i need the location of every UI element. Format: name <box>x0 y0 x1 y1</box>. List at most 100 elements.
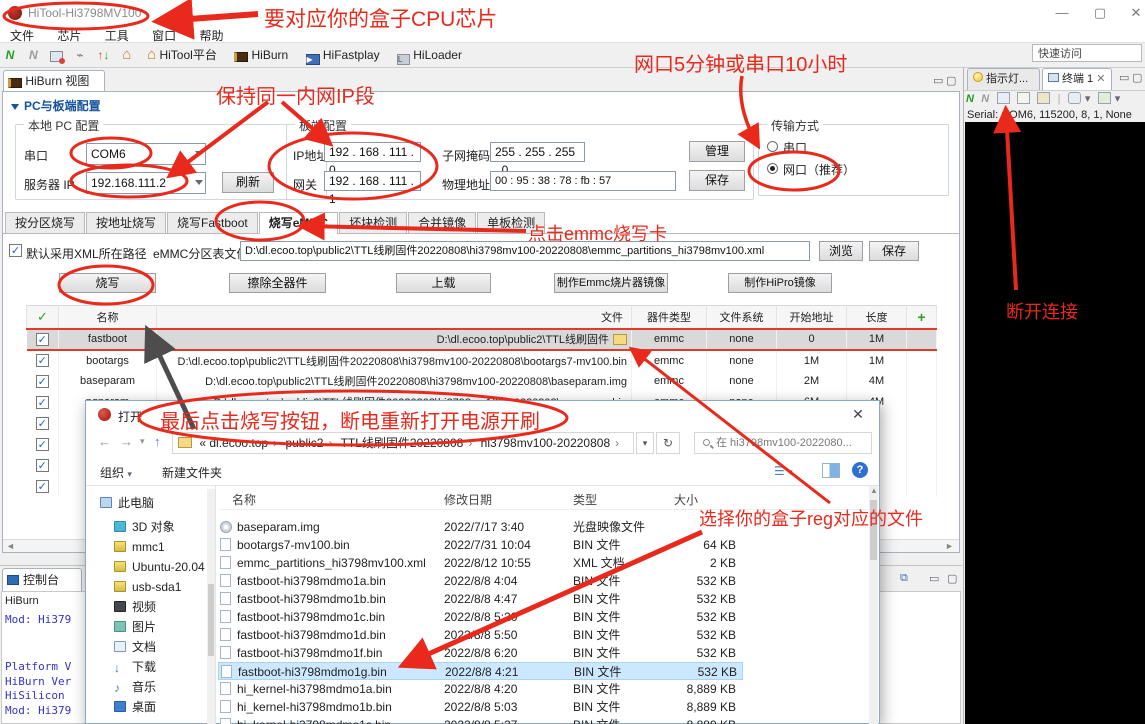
tab-merge-image[interactable]: 合并镜像 <box>408 212 476 234</box>
file-list-scrollbar[interactable]: ▲ <box>869 486 878 724</box>
make-hipro-image-button[interactable]: 制作HiPro镜像 <box>728 273 832 293</box>
sidebar-item-3d-objects[interactable]: 3D 对象 <box>114 517 175 537</box>
sidebar-item-pictures[interactable]: 图片 <box>114 617 156 637</box>
mac-input[interactable]: 00 : 95 : 38 : 78 : fb : 57 <box>490 171 676 191</box>
tab-indicator-light[interactable]: 指示灯... <box>967 68 1040 90</box>
sidebar-item-documents[interactable]: 文档 <box>114 637 156 657</box>
search-input[interactable]: 在 hi3798mv100-2022080... <box>694 432 872 454</box>
new-terminal-icon[interactable] <box>1098 92 1111 104</box>
partition-table-path-input[interactable]: D:\dl.ecoo.top\public2\TTL线刷固件20220808\h… <box>240 241 810 261</box>
scroll-lock-icon[interactable] <box>1037 92 1050 104</box>
file-row[interactable]: fastboot-hi3798mdmo1b.bin2022/8/8 4:47BI… <box>218 590 743 608</box>
col-file[interactable]: 文件 <box>157 306 632 329</box>
console-minimize-icon[interactable]: ▭ <box>929 572 939 585</box>
preview-pane-icon[interactable] <box>822 463 840 478</box>
open-console-icon[interactable]: ⧉ <box>900 572 908 585</box>
network-radio[interactable] <box>767 163 778 174</box>
refresh-button[interactable]: 刷新 <box>222 172 274 193</box>
file-row[interactable]: baseparam.img2022/7/17 3:40光盘映像文件 <box>218 518 743 536</box>
dialog-close-icon[interactable]: ✕ <box>845 404 871 424</box>
col-start-address[interactable]: 开始地址 <box>777 306 847 329</box>
row-checkbox[interactable]: ✓ <box>36 459 49 472</box>
check-all-icon[interactable]: ✓ <box>37 309 48 324</box>
scroll-up-icon[interactable]: ▲ <box>870 486 878 495</box>
scroll-right-icon[interactable]: ► <box>945 541 954 551</box>
tab-burn-partition[interactable]: 按分区烧写 <box>5 212 85 234</box>
file-col-type[interactable]: 类型 <box>573 491 597 508</box>
serial-port-select[interactable]: COM6 <box>86 143 206 165</box>
file-row[interactable]: fastboot-hi3798mdmo1f.bin2022/8/8 6:20BI… <box>218 644 743 662</box>
forward-icon[interactable]: → <box>120 434 133 449</box>
connect-icon[interactable]: N <box>966 92 974 107</box>
save-xml-button[interactable]: 保存 <box>869 241 919 261</box>
home-icon[interactable]: ⌂ <box>118 46 136 64</box>
manage-button[interactable]: 管理 <box>689 141 745 162</box>
col-name[interactable]: 名称 <box>59 306 157 329</box>
sidebar-item-usb-sda1[interactable]: usb-sda1 <box>114 577 181 597</box>
tab-bad-block[interactable]: 坏块检测 <box>339 212 407 234</box>
use-xml-path-label[interactable]: 默认采用XML所在路径 <box>26 245 147 262</box>
file-row[interactable]: fastboot-hi3798mdmo1a.bin2022/8/8 4:04BI… <box>218 572 743 590</box>
file-browse-icon[interactable] <box>613 334 627 345</box>
quick-access-input[interactable] <box>1032 44 1142 62</box>
file-row[interactable]: fastboot-hi3798mdmo1d.bin2022/8/8 5:50BI… <box>218 626 743 644</box>
sidebar-item-this-pc[interactable]: 此电脑 <box>100 493 154 513</box>
file-row-selected[interactable]: fastboot-hi3798mdmo1g.bin2022/8/8 4:21BI… <box>218 662 743 680</box>
organize-button[interactable]: 组织 ▾ <box>100 464 132 481</box>
back-icon[interactable]: ← <box>98 434 111 449</box>
transfer-icon[interactable]: ↑↓ <box>94 46 112 64</box>
use-xml-path-checkbox[interactable]: ✓ <box>9 244 22 257</box>
panel-maximize-icon[interactable]: ▢ <box>1132 71 1142 84</box>
disconnect-icon[interactable]: N <box>981 92 989 107</box>
tab-board-check[interactable]: 单板检测 <box>477 212 545 234</box>
maximize-button[interactable]: ▢ <box>1085 4 1115 22</box>
sidebar-item-videos[interactable]: 视频 <box>114 597 156 617</box>
sidebar-item-mmc1[interactable]: mmc1 <box>114 537 165 557</box>
row-checkbox[interactable]: ✓ <box>36 480 49 493</box>
serial-radio[interactable] <box>767 141 778 152</box>
scroll-left-icon[interactable]: ◄ <box>6 541 15 551</box>
file-row[interactable]: hi_kernel-hi3798mdmo1c.bin2022/8/8 5:27B… <box>218 716 743 724</box>
serial-radio-label[interactable]: 串口 <box>783 139 807 156</box>
sidebar-item-ubuntu[interactable]: Ubuntu-20.04 ( <box>114 557 212 577</box>
breadcrumb-item[interactable]: dl.ecoo.top <box>209 436 268 450</box>
breadcrumb-dropdown-icon[interactable]: ▾ <box>636 432 654 454</box>
tab-console[interactable]: 控制台 <box>2 568 82 591</box>
view-maximize-icon[interactable]: ▢ <box>946 74 956 87</box>
connect-icon[interactable]: N <box>1 46 19 64</box>
file-row[interactable]: fastboot-hi3798mdmo1c.bin2022/8/8 5:20BI… <box>218 608 743 626</box>
tab-hiburn-view[interactable]: HiBurn 视图 <box>3 70 105 92</box>
console-maximize-icon[interactable]: ▢ <box>947 572 957 585</box>
close-button[interactable]: ✕ <box>1121 4 1145 22</box>
file-row[interactable]: hi_kernel-hi3798mdmo1b.bin2022/8/8 5:03B… <box>218 698 743 716</box>
file-row[interactable]: hi_kernel-hi3798mdmo1a.bin2022/8/8 4:20B… <box>218 680 743 698</box>
tab-burn-address[interactable]: 按地址烧写 <box>86 212 166 234</box>
sidebar-item-music[interactable]: ♪音乐 <box>114 677 156 697</box>
row-checkbox[interactable]: ✓ <box>36 333 49 346</box>
file-col-name[interactable]: 名称 <box>232 491 256 508</box>
save-board-button[interactable]: 保存 <box>689 170 745 191</box>
disconnect-icon[interactable]: N <box>24 46 42 64</box>
section-pc-board-config[interactable]: PC与板端配置 <box>11 97 101 114</box>
burn-button[interactable]: 烧写 <box>59 273 156 293</box>
copy-icon[interactable] <box>1017 92 1030 104</box>
row-checkbox[interactable]: ✓ <box>36 438 49 451</box>
file-col-date[interactable]: 修改日期 <box>444 491 492 508</box>
config-icon[interactable] <box>48 46 66 64</box>
settings-icon[interactable] <box>1068 92 1081 104</box>
add-row-icon[interactable]: + <box>917 309 925 325</box>
row-checkbox[interactable]: ✓ <box>36 417 49 430</box>
hitool-platform-button[interactable]: ⌂ HiTool平台 <box>140 43 224 67</box>
view-minimize-icon[interactable]: ▭ <box>933 74 943 87</box>
upload-button[interactable]: 上载 <box>396 273 491 293</box>
file-row[interactable]: bootargs7-mv100.bin2022/7/31 10:04BIN 文件… <box>218 536 743 554</box>
subnet-mask-input[interactable]: 255 . 255 . 255 . 0 <box>490 142 585 162</box>
table-row[interactable]: ✓ fastboot D:\dl.ecoo.top\public2\TTL线刷固… <box>27 329 937 350</box>
erase-all-button[interactable]: 擦除全器件 <box>229 273 326 293</box>
col-device-type[interactable]: 器件类型 <box>632 306 707 329</box>
row-checkbox[interactable]: ✓ <box>36 396 49 409</box>
row-checkbox[interactable]: ✓ <box>36 354 49 367</box>
recent-locations-icon[interactable]: ▾ <box>140 436 145 447</box>
panel-minimize-icon[interactable]: ▭ <box>1119 71 1129 84</box>
up-icon[interactable]: ↑ <box>154 434 161 449</box>
